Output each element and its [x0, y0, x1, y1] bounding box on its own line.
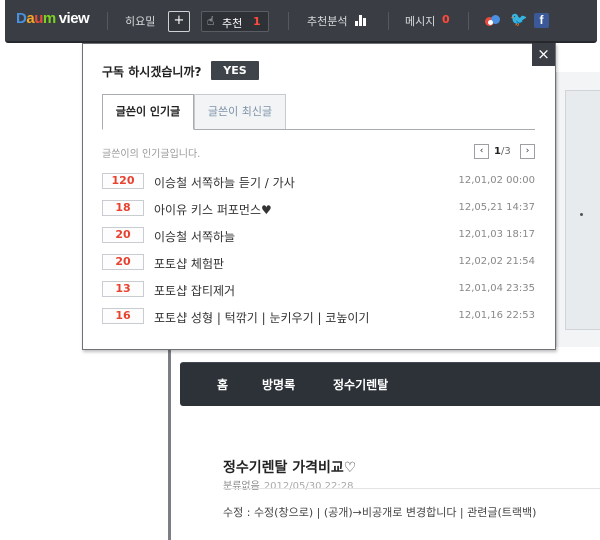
bar-chart-icon — [355, 15, 368, 26]
subscribe-plus-button[interactable]: + — [168, 11, 190, 32]
subscribe-popup — [82, 43, 556, 350]
blog-nav-bar: 홈 방명록 정수기렌탈 — [180, 362, 600, 406]
user-name[interactable]: 히요밀 — [125, 13, 155, 29]
post-divider — [223, 488, 600, 489]
blog-side-panel — [556, 72, 600, 347]
subscribe-question: 구독 하시겠습니까? — [102, 65, 202, 79]
post-meta: 분류없음 2012/05/30 22:28 — [223, 477, 353, 492]
post-title[interactable]: 정수기렌탈 가격비교♡ — [223, 457, 356, 477]
daum-view-toolbar: Daum view 히요밀 + ☝ 추천 1 추천분석 메시지 0 🐦 f — [5, 0, 597, 43]
list-item[interactable]: 20 포토샵 체험판 12,02,02 21:54 — [102, 254, 535, 272]
logo-letter: u — [34, 10, 43, 27]
tab-recent-posts[interactable]: 글쓴이 최신글 — [194, 94, 286, 129]
post-link[interactable]: 이승철 서쪽하늘 듣기 / 가사 — [154, 174, 295, 191]
logo-letter: m — [42, 10, 56, 27]
pager-indicator: 1/3 — [494, 146, 511, 157]
twitter-share-icon[interactable]: 🐦 — [510, 13, 527, 28]
logo-letter: a — [26, 10, 35, 27]
post-date: 2012/05/30 22:28 — [263, 481, 354, 492]
post-category[interactable]: 분류없음 — [223, 481, 260, 492]
post-time: 12,01,16 22:53 — [458, 310, 535, 321]
nav-home[interactable]: 홈 — [217, 376, 228, 393]
daum-view-logo[interactable]: Daum view — [16, 10, 90, 27]
post-link[interactable]: 포토샵 성형 | 턱깎기 | 눈키우기 | 코높이기 — [154, 309, 369, 326]
subscribe-yes-button[interactable]: YES — [211, 61, 259, 80]
toolbar-divider — [468, 12, 469, 30]
nav-category[interactable]: 정수기렌탈 — [333, 376, 388, 393]
recommend-label: 추천 — [222, 17, 243, 30]
post-link[interactable]: 포토샵 체험판 — [154, 255, 224, 272]
post-body: 수정 : 수정(창으로) | (공개)→비공개로 변경합니다 | 관련글(트랙백… — [223, 506, 537, 519]
recommend-count: 1 — [253, 15, 261, 28]
recommend-count-badge: 13 — [102, 281, 144, 297]
recommend-count-badge: 16 — [102, 308, 144, 324]
nav-guestbook[interactable]: 방명록 — [262, 376, 295, 393]
post-time: 12,02,02 21:54 — [458, 256, 535, 267]
list-item[interactable]: 18 아이유 키스 퍼포먼스♥ 12,05,21 14:37 — [102, 200, 535, 218]
recommend-count-badge: 20 — [102, 227, 144, 243]
toolbar-divider — [107, 12, 108, 30]
recommend-count-badge: 120 — [102, 173, 144, 189]
list-item[interactable]: 120 이승철 서쪽하늘 듣기 / 가사 12,01,02 00:00 — [102, 173, 535, 191]
pager-next-button[interactable]: › — [520, 144, 535, 159]
blog-side-image — [565, 90, 600, 330]
list-item[interactable]: 16 포토샵 성형 | 턱깎기 | 눈키우기 | 코높이기 12,01,16 2… — [102, 308, 535, 326]
post-time: 12,01,03 18:17 — [458, 229, 535, 240]
side-dot — [580, 213, 583, 216]
facebook-share-icon[interactable]: f — [534, 13, 549, 28]
pager-current: 1 — [494, 146, 501, 157]
recommend-count-badge: 18 — [102, 200, 144, 216]
logo-letter: D — [16, 10, 27, 27]
post-link[interactable]: 이승철 서쪽하늘 — [154, 228, 235, 245]
pager-total: /3 — [500, 146, 511, 157]
close-popup-button[interactable]: × — [532, 43, 555, 66]
list-item[interactable]: 20 이승철 서쪽하늘 12,01,03 18:17 — [102, 227, 535, 245]
tab-popular-posts[interactable]: 글쓴이 인기글 — [102, 94, 194, 130]
logo-view-text: view — [58, 10, 90, 27]
message-link[interactable]: 메시지 — [405, 13, 435, 29]
recommend-button[interactable]: ☝ 추천 1 — [201, 11, 269, 32]
list-item[interactable]: 13 포토샵 잡티제거 12,01,04 23:35 — [102, 281, 535, 299]
post-link[interactable]: 아이유 키스 퍼포먼스♥ — [154, 201, 272, 218]
hand-pointer-icon: ☝ — [207, 14, 215, 28]
recommend-analysis-link[interactable]: 추천분석 — [307, 13, 347, 29]
yozm-share-icon[interactable] — [485, 13, 500, 28]
pager-prev-button[interactable]: ‹ — [474, 144, 489, 159]
post-time: 12,01,02 00:00 — [458, 175, 535, 186]
post-time: 12,05,21 14:37 — [458, 202, 535, 213]
post-time: 12,01,04 23:35 — [458, 283, 535, 294]
recommend-count-badge: 20 — [102, 254, 144, 270]
list-description: 글쓴이의 인기글입니다. — [102, 149, 201, 160]
toolbar-divider — [288, 12, 289, 30]
toolbar-divider — [388, 12, 389, 30]
post-link[interactable]: 포토샵 잡티제거 — [154, 282, 235, 299]
message-count: 0 — [442, 13, 450, 26]
